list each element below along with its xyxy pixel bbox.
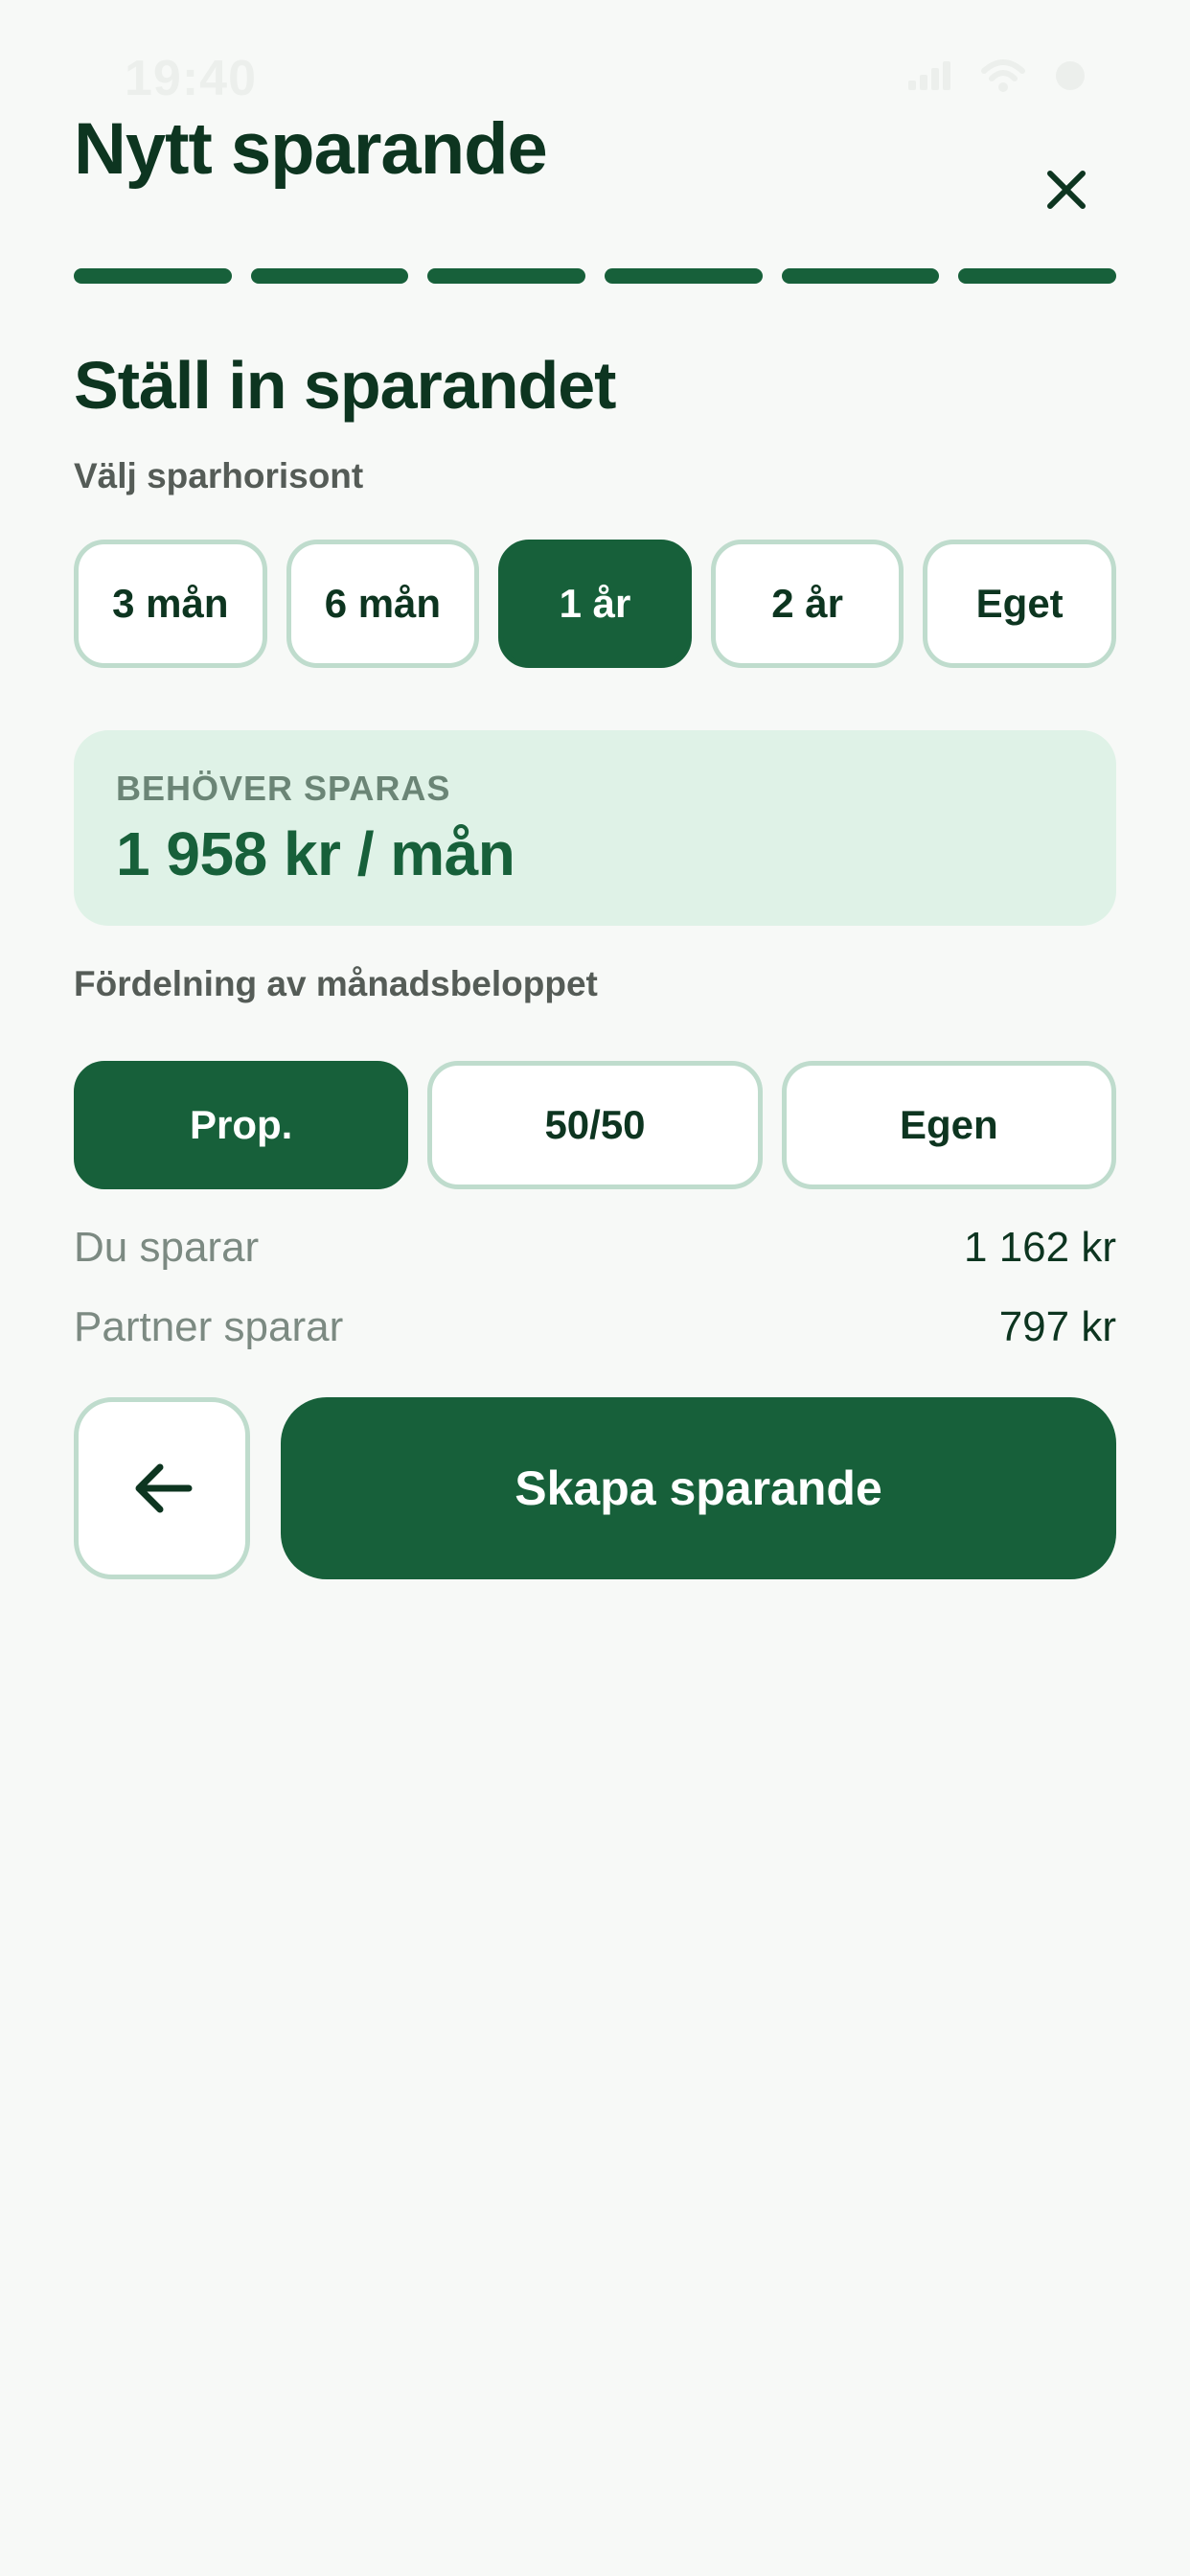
status-icons xyxy=(908,59,1087,92)
partner-save-value: 797 kr xyxy=(998,1303,1116,1350)
progress-step xyxy=(250,268,409,284)
create-savings-button[interactable]: Skapa sparande xyxy=(281,1397,1116,1579)
horizon-option-3-man[interactable]: 3 mån xyxy=(74,540,267,668)
horizon-options: 3 mån 6 mån 1 år 2 år Eget xyxy=(74,540,1116,668)
you-save-value: 1 162 kr xyxy=(964,1224,1116,1271)
you-save-label: Du sparar xyxy=(74,1224,260,1271)
summary-row-you: Du sparar 1 162 kr xyxy=(74,1224,1116,1272)
distribution-option-proportional[interactable]: Prop. xyxy=(74,1061,409,1189)
page-title: Nytt sparande xyxy=(74,108,548,190)
partner-save-label: Partner sparar xyxy=(74,1303,344,1350)
distribution-option-50-50[interactable]: 50/50 xyxy=(427,1061,763,1189)
progress-step xyxy=(605,268,763,284)
close-icon xyxy=(1047,171,1086,209)
section-title: Ställ in sparandet xyxy=(74,348,616,423)
savings-need-card: BEHÖVER SPARAS 1 958 kr / mån xyxy=(74,730,1116,926)
summary-row-partner: Partner sparar 797 kr xyxy=(74,1303,1116,1351)
savings-need-label: BEHÖVER SPARAS xyxy=(116,769,451,808)
horizon-option-custom[interactable]: Eget xyxy=(923,540,1116,668)
distribution-option-custom[interactable]: Egen xyxy=(781,1061,1116,1189)
wifi-icon xyxy=(981,59,1025,92)
step-progress xyxy=(74,268,1117,284)
back-button[interactable] xyxy=(74,1397,250,1579)
arrow-left-icon xyxy=(135,1463,193,1513)
status-time: 19:40 xyxy=(125,51,257,106)
battery-icon xyxy=(1056,61,1085,90)
progress-step xyxy=(74,268,232,284)
horizon-option-1-ar[interactable]: 1 år xyxy=(498,540,692,668)
signal-icon xyxy=(908,61,950,90)
progress-step xyxy=(427,268,586,284)
savings-need-amount: 1 958 kr / mån xyxy=(116,819,515,888)
horizon-option-2-ar[interactable]: 2 år xyxy=(710,540,904,668)
progress-step xyxy=(958,268,1117,284)
horizon-option-6-man[interactable]: 6 mån xyxy=(286,540,480,668)
progress-step xyxy=(781,268,940,284)
distribution-label: Fördelning av månadsbeloppet xyxy=(74,964,598,1003)
distribution-options: Prop. 50/50 Egen xyxy=(74,1061,1116,1189)
horizon-label: Välj sparhorisont xyxy=(74,456,364,495)
close-button[interactable] xyxy=(1030,153,1103,226)
